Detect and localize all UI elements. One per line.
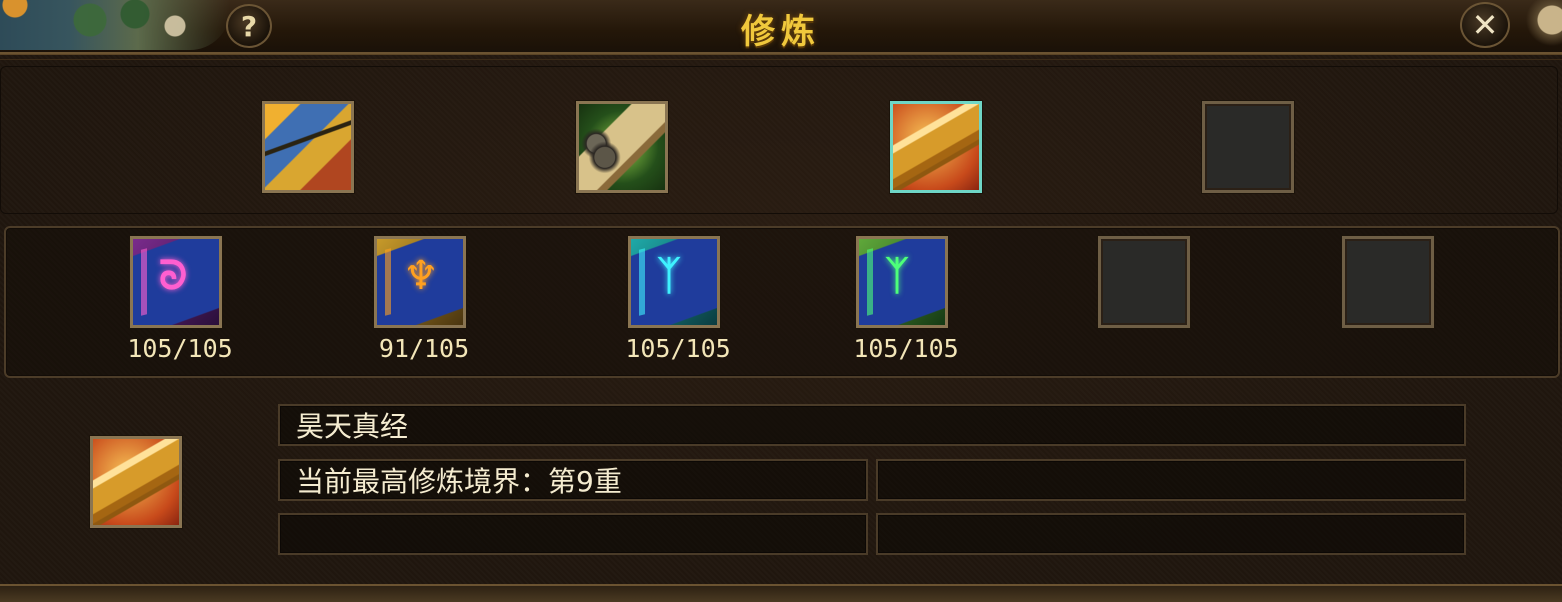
info-row-3-right xyxy=(876,513,1466,555)
bamboo-scroll-bundle-icon xyxy=(579,104,665,190)
cyan-meridian-card-icon: ᛉ xyxy=(631,239,717,325)
selected-item-slot[interactable] xyxy=(90,436,182,528)
meridian-glyph: ᘐ xyxy=(159,253,188,299)
pink-meridian-card-icon: ᘐ xyxy=(133,239,219,325)
slot-bamboo-scrolls[interactable] xyxy=(576,101,668,193)
slot-empty-4[interactable] xyxy=(1202,101,1294,193)
realm-text: 当前最高修炼境界：第9重 xyxy=(296,465,622,498)
golden-book-icon xyxy=(265,104,351,190)
slot-card-pink[interactable]: ᘐ xyxy=(130,236,222,328)
meridian-glyph: ᛉ xyxy=(885,253,909,299)
item-name-row: 昊天真经 xyxy=(278,404,1466,446)
orange-meridian-card-icon: ♆ xyxy=(377,239,463,325)
top-slot-row xyxy=(0,66,1558,214)
slot-empty-5[interactable] xyxy=(1098,236,1190,328)
green-meridian-card-icon: ᛉ xyxy=(859,239,945,325)
card-count: 105/105 xyxy=(625,334,731,363)
title-bar: ? 修炼 ✕ xyxy=(0,0,1562,60)
card-count: 105/105 xyxy=(853,334,959,363)
bottom-frame-edge xyxy=(0,584,1562,602)
meridian-glyph: ♆ xyxy=(403,253,439,299)
cultivation-window: ? 修炼 ✕ ᘐ 105/105 ♆ 91/105 ᛉ 105/105 ᛉ 10… xyxy=(0,0,1562,602)
slot-gold-ingot-book[interactable] xyxy=(890,101,982,193)
window-title: 修炼 xyxy=(741,12,821,52)
slot-card-cyan[interactable]: ᛉ xyxy=(628,236,720,328)
close-button[interactable]: ✕ xyxy=(1460,2,1510,48)
card-count: 91/105 xyxy=(378,334,470,363)
realm-row: 当前最高修炼境界：第9重 xyxy=(278,459,868,501)
card-count: 105/105 xyxy=(127,334,233,363)
slot-card-green[interactable]: ᛉ xyxy=(856,236,948,328)
slot-golden-book[interactable] xyxy=(262,101,354,193)
close-icon: ✕ xyxy=(1471,6,1499,44)
meridian-glyph: ᛉ xyxy=(657,253,681,299)
item-name: 昊天真经 xyxy=(296,410,409,443)
info-row-2-right xyxy=(876,459,1466,501)
slot-card-orange[interactable]: ♆ xyxy=(374,236,466,328)
gold-ingot-book-icon xyxy=(893,104,979,190)
gold-ingot-book-icon xyxy=(93,439,179,525)
info-row-3-left xyxy=(278,513,868,555)
slot-empty-6[interactable] xyxy=(1342,236,1434,328)
meridian-card-row: ᘐ 105/105 ♆ 91/105 ᛉ 105/105 ᛉ 105/105 xyxy=(4,226,1560,378)
